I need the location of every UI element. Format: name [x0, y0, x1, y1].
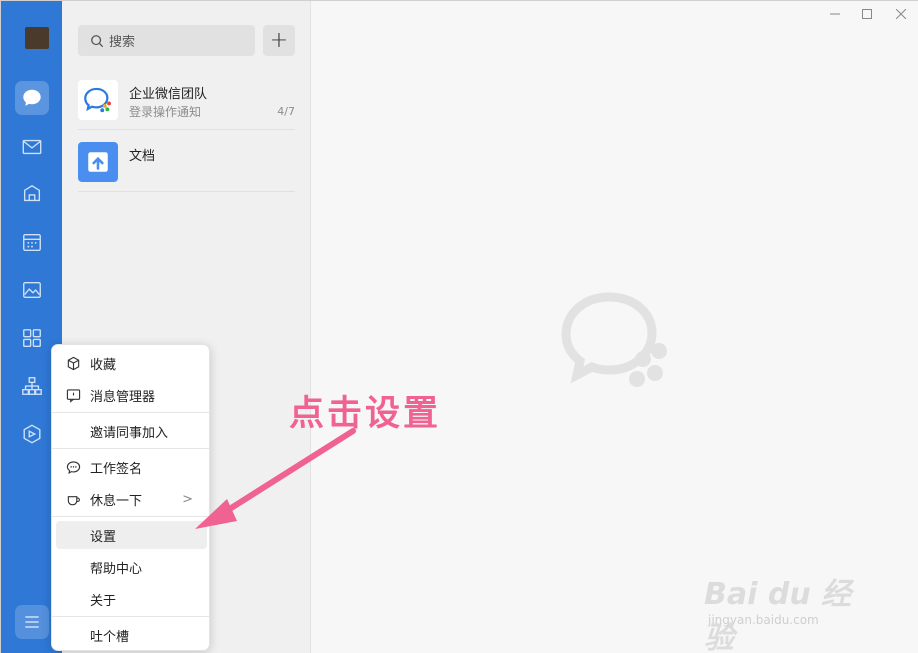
message-manager-icon — [66, 388, 80, 403]
menu-item-message-manager[interactable]: 消息管理器 — [56, 381, 207, 409]
watermark-url: jingyan.baidu.com — [708, 613, 819, 627]
hamburger-icon — [25, 616, 39, 628]
menu-item-label: 消息管理器 — [90, 389, 156, 405]
mail-icon — [22, 139, 42, 155]
app-window: 搜索 + 企业微信团队 登录操作通知 4/7 文档 Bai du 经验 jing… — [0, 0, 918, 653]
close-icon — [896, 9, 906, 19]
rail-mail-button[interactable] — [15, 130, 49, 164]
menu-item-label: 关于 — [90, 593, 117, 609]
chat-timestamp: 4/7 — [277, 105, 295, 118]
menu-item-label: 休息一下 — [90, 493, 143, 509]
rail-menu-button[interactable] — [15, 605, 49, 639]
menu-item-label: 设置 — [90, 529, 117, 545]
rail-chat-button[interactable] — [15, 81, 49, 115]
cube-icon — [23, 424, 41, 444]
gallery-icon — [23, 281, 41, 299]
chat-item-wework-team[interactable]: 企业微信团队 登录操作通知 4/7 — [78, 68, 295, 130]
chat-name: 企业微信团队 — [129, 87, 208, 102]
search-icon — [91, 34, 104, 47]
maximize-button[interactable] — [853, 3, 881, 25]
menu-item-label: 工作签名 — [90, 461, 143, 477]
chat-name: 文档 — [129, 149, 156, 164]
chat-item-docs[interactable]: 文档 — [78, 130, 295, 192]
menu-item-help-center[interactable]: 帮助中心 — [56, 553, 207, 581]
menu-item-label: 帮助中心 — [90, 561, 143, 577]
main-panel: Bai du 经验 jingyan.baidu.com — [311, 1, 918, 653]
watermark-brand: Bai du 经验 — [704, 577, 852, 653]
calendar-icon — [23, 233, 41, 251]
user-avatar[interactable] — [25, 27, 49, 49]
menu-item-about[interactable]: 关于 — [56, 585, 207, 613]
menu-item-label: 收藏 — [90, 357, 117, 373]
coffee-cup-icon — [67, 495, 80, 505]
annotation-arrow-icon — [195, 428, 356, 529]
speech-bubble-icon — [66, 460, 80, 474]
chat-icon — [23, 89, 41, 106]
rail-apps-button[interactable] — [15, 321, 49, 355]
menu-divider — [52, 412, 209, 413]
org-chart-icon — [22, 377, 42, 395]
rail-org-button[interactable] — [15, 369, 49, 403]
menu-item-favorites[interactable]: 收藏 — [56, 349, 207, 377]
wework-logo-icon — [78, 80, 118, 120]
rail-gallery-button[interactable] — [15, 273, 49, 307]
maximize-icon — [862, 9, 872, 19]
minimize-button[interactable] — [821, 3, 849, 25]
docs-icon — [78, 142, 118, 182]
box-icon — [67, 356, 79, 370]
menu-item-label: 邀请同事加入 — [90, 425, 169, 441]
rail-workbench-button[interactable] — [15, 177, 49, 211]
close-button[interactable] — [887, 3, 915, 25]
rail-calendar-button[interactable] — [15, 225, 49, 259]
search-placeholder: 搜索 — [109, 35, 136, 50]
search-input[interactable]: 搜索 — [78, 25, 255, 56]
add-button[interactable]: + — [263, 25, 295, 56]
wework-watermark-icon — [561, 292, 667, 387]
menu-item-feedback[interactable]: 吐个槽 — [56, 621, 207, 649]
minimize-icon — [830, 13, 840, 15]
baidu-jingyan-watermark: Bai du 经验 jingyan.baidu.com — [704, 561, 874, 653]
rail-cube-button[interactable] — [15, 417, 49, 451]
chat-preview: 登录操作通知 — [129, 105, 202, 119]
apps-icon — [23, 329, 41, 347]
menu-divider — [52, 616, 209, 617]
menu-item-label: 吐个槽 — [90, 629, 130, 645]
workbench-icon — [23, 184, 41, 202]
